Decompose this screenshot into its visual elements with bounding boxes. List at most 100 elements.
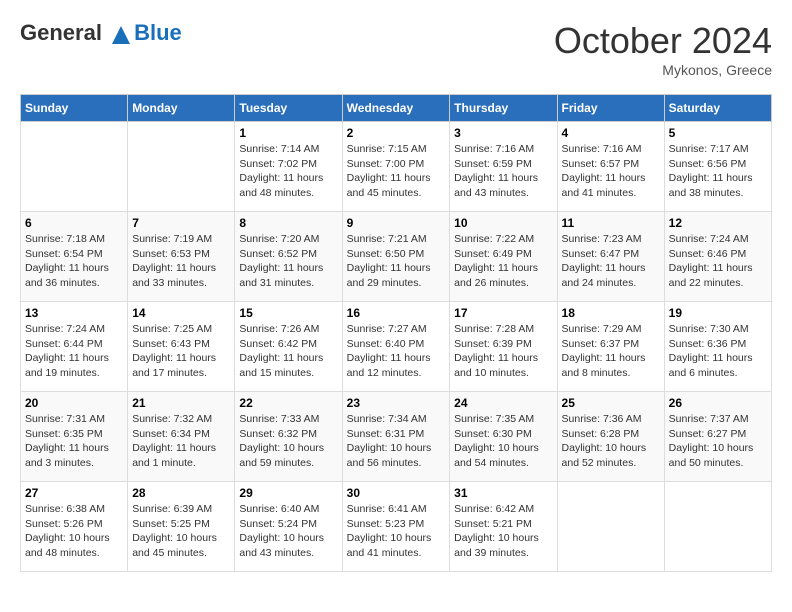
month-title: October 2024 xyxy=(554,20,772,62)
day-number: 23 xyxy=(347,396,446,410)
calendar-cell: 8 Sunrise: 7:20 AM Sunset: 6:52 PM Daylig… xyxy=(235,212,342,302)
day-info: Sunrise: 7:15 AM Sunset: 7:00 PM Dayligh… xyxy=(347,142,446,201)
col-header-sunday: Sunday xyxy=(21,95,128,122)
day-info: Sunrise: 6:42 AM Sunset: 5:21 PM Dayligh… xyxy=(454,502,552,561)
col-header-wednesday: Wednesday xyxy=(342,95,450,122)
calendar-table: SundayMondayTuesdayWednesdayThursdayFrid… xyxy=(20,94,772,572)
day-number: 3 xyxy=(454,126,552,140)
day-info: Sunrise: 7:24 AM Sunset: 6:46 PM Dayligh… xyxy=(669,232,767,291)
day-number: 26 xyxy=(669,396,767,410)
day-info: Sunrise: 7:34 AM Sunset: 6:31 PM Dayligh… xyxy=(347,412,446,471)
day-info: Sunrise: 6:41 AM Sunset: 5:23 PM Dayligh… xyxy=(347,502,446,561)
day-number: 8 xyxy=(239,216,337,230)
calendar-cell: 23 Sunrise: 7:34 AM Sunset: 6:31 PM Dayli… xyxy=(342,392,450,482)
calendar-cell: 11 Sunrise: 7:23 AM Sunset: 6:47 PM Dayli… xyxy=(557,212,664,302)
calendar-cell xyxy=(557,482,664,572)
day-number: 1 xyxy=(239,126,337,140)
calendar-cell: 1 Sunrise: 7:14 AM Sunset: 7:02 PM Daylig… xyxy=(235,122,342,212)
day-number: 29 xyxy=(239,486,337,500)
day-info: Sunrise: 7:32 AM Sunset: 6:34 PM Dayligh… xyxy=(132,412,230,471)
week-row-1: 1 Sunrise: 7:14 AM Sunset: 7:02 PM Daylig… xyxy=(21,122,772,212)
day-info: Sunrise: 7:22 AM Sunset: 6:49 PM Dayligh… xyxy=(454,232,552,291)
day-info: Sunrise: 6:40 AM Sunset: 5:24 PM Dayligh… xyxy=(239,502,337,561)
calendar-cell: 30Sunrise: 6:41 AM Sunset: 5:23 PM Dayli… xyxy=(342,482,450,572)
day-number: 22 xyxy=(239,396,337,410)
day-info: Sunrise: 7:14 AM Sunset: 7:02 PM Dayligh… xyxy=(239,142,337,201)
day-number: 14 xyxy=(132,306,230,320)
calendar-cell: 19Sunrise: 7:30 AM Sunset: 6:36 PM Dayli… xyxy=(664,302,771,392)
day-info: Sunrise: 7:30 AM Sunset: 6:36 PM Dayligh… xyxy=(669,322,767,381)
calendar-cell: 13 Sunrise: 7:24 AM Sunset: 6:44 PM Dayli… xyxy=(21,302,128,392)
calendar-cell: 2 Sunrise: 7:15 AM Sunset: 7:00 PM Daylig… xyxy=(342,122,450,212)
calendar-cell: 9Sunrise: 7:21 AM Sunset: 6:50 PM Daylig… xyxy=(342,212,450,302)
day-info: Sunrise: 7:20 AM Sunset: 6:52 PM Dayligh… xyxy=(239,232,337,291)
calendar-cell: 22 Sunrise: 7:33 AM Sunset: 6:32 PM Dayli… xyxy=(235,392,342,482)
day-info: Sunrise: 7:16 AM Sunset: 6:57 PM Dayligh… xyxy=(562,142,660,201)
logo-general: General xyxy=(20,20,102,45)
calendar-cell: 16 Sunrise: 7:27 AM Sunset: 6:40 PM Dayli… xyxy=(342,302,450,392)
calendar-cell: 29 Sunrise: 6:40 AM Sunset: 5:24 PM Dayli… xyxy=(235,482,342,572)
week-row-2: 6 Sunrise: 7:18 AM Sunset: 6:54 PM Daylig… xyxy=(21,212,772,302)
calendar-header: SundayMondayTuesdayWednesdayThursdayFrid… xyxy=(21,95,772,122)
col-header-tuesday: Tuesday xyxy=(235,95,342,122)
day-number: 4 xyxy=(562,126,660,140)
calendar-cell: 25 Sunrise: 7:36 AM Sunset: 6:28 PM Dayli… xyxy=(557,392,664,482)
logo-icon xyxy=(110,24,132,46)
day-number: 15 xyxy=(239,306,337,320)
col-header-friday: Friday xyxy=(557,95,664,122)
calendar-cell: 26 Sunrise: 7:37 AM Sunset: 6:27 PM Dayli… xyxy=(664,392,771,482)
week-row-4: 20 Sunrise: 7:31 AM Sunset: 6:35 PM Dayli… xyxy=(21,392,772,482)
logo-blue: Blue xyxy=(134,20,182,46)
calendar-cell: 20 Sunrise: 7:31 AM Sunset: 6:35 PM Dayli… xyxy=(21,392,128,482)
logo: General Blue xyxy=(20,20,182,46)
day-info: Sunrise: 7:17 AM Sunset: 6:56 PM Dayligh… xyxy=(669,142,767,201)
day-info: Sunrise: 7:18 AM Sunset: 6:54 PM Dayligh… xyxy=(25,232,123,291)
day-info: Sunrise: 6:38 AM Sunset: 5:26 PM Dayligh… xyxy=(25,502,123,561)
day-number: 11 xyxy=(562,216,660,230)
day-info: Sunrise: 7:19 AM Sunset: 6:53 PM Dayligh… xyxy=(132,232,230,291)
calendar-cell: 5 Sunrise: 7:17 AM Sunset: 6:56 PM Daylig… xyxy=(664,122,771,212)
day-number: 6 xyxy=(25,216,123,230)
calendar-cell: 14 Sunrise: 7:25 AM Sunset: 6:43 PM Dayli… xyxy=(128,302,235,392)
day-number: 13 xyxy=(25,306,123,320)
title-area: October 2024 Mykonos, Greece xyxy=(554,20,772,78)
day-number: 28 xyxy=(132,486,230,500)
day-info: Sunrise: 7:24 AM Sunset: 6:44 PM Dayligh… xyxy=(25,322,123,381)
day-info: Sunrise: 7:23 AM Sunset: 6:47 PM Dayligh… xyxy=(562,232,660,291)
day-info: Sunrise: 7:33 AM Sunset: 6:32 PM Dayligh… xyxy=(239,412,337,471)
location: Mykonos, Greece xyxy=(554,62,772,78)
calendar-cell: 18Sunrise: 7:29 AM Sunset: 6:37 PM Dayli… xyxy=(557,302,664,392)
day-number: 10 xyxy=(454,216,552,230)
calendar-cell: 6 Sunrise: 7:18 AM Sunset: 6:54 PM Daylig… xyxy=(21,212,128,302)
day-info: Sunrise: 7:26 AM Sunset: 6:42 PM Dayligh… xyxy=(239,322,337,381)
day-info: Sunrise: 7:27 AM Sunset: 6:40 PM Dayligh… xyxy=(347,322,446,381)
calendar-cell: 7Sunrise: 7:19 AM Sunset: 6:53 PM Daylig… xyxy=(128,212,235,302)
day-info: Sunrise: 7:28 AM Sunset: 6:39 PM Dayligh… xyxy=(454,322,552,381)
calendar-cell: 24Sunrise: 7:35 AM Sunset: 6:30 PM Dayli… xyxy=(450,392,557,482)
day-info: Sunrise: 7:25 AM Sunset: 6:43 PM Dayligh… xyxy=(132,322,230,381)
day-info: Sunrise: 7:31 AM Sunset: 6:35 PM Dayligh… xyxy=(25,412,123,471)
col-header-thursday: Thursday xyxy=(450,95,557,122)
week-row-5: 27Sunrise: 6:38 AM Sunset: 5:26 PM Dayli… xyxy=(21,482,772,572)
calendar-cell: 21Sunrise: 7:32 AM Sunset: 6:34 PM Dayli… xyxy=(128,392,235,482)
calendar-cell: 27Sunrise: 6:38 AM Sunset: 5:26 PM Dayli… xyxy=(21,482,128,572)
calendar-cell: 31Sunrise: 6:42 AM Sunset: 5:21 PM Dayli… xyxy=(450,482,557,572)
calendar-cell: 12 Sunrise: 7:24 AM Sunset: 6:46 PM Dayli… xyxy=(664,212,771,302)
day-number: 18 xyxy=(562,306,660,320)
day-number: 20 xyxy=(25,396,123,410)
calendar-cell xyxy=(664,482,771,572)
calendar-cell: 3Sunrise: 7:16 AM Sunset: 6:59 PM Daylig… xyxy=(450,122,557,212)
calendar-cell: 17Sunrise: 7:28 AM Sunset: 6:39 PM Dayli… xyxy=(450,302,557,392)
calendar-cell xyxy=(128,122,235,212)
day-number: 2 xyxy=(347,126,446,140)
day-number: 12 xyxy=(669,216,767,230)
day-info: Sunrise: 7:36 AM Sunset: 6:28 PM Dayligh… xyxy=(562,412,660,471)
day-number: 5 xyxy=(669,126,767,140)
day-info: Sunrise: 7:37 AM Sunset: 6:27 PM Dayligh… xyxy=(669,412,767,471)
calendar-cell xyxy=(21,122,128,212)
day-number: 24 xyxy=(454,396,552,410)
day-number: 16 xyxy=(347,306,446,320)
day-number: 25 xyxy=(562,396,660,410)
day-number: 9 xyxy=(347,216,446,230)
week-row-3: 13 Sunrise: 7:24 AM Sunset: 6:44 PM Dayli… xyxy=(21,302,772,392)
